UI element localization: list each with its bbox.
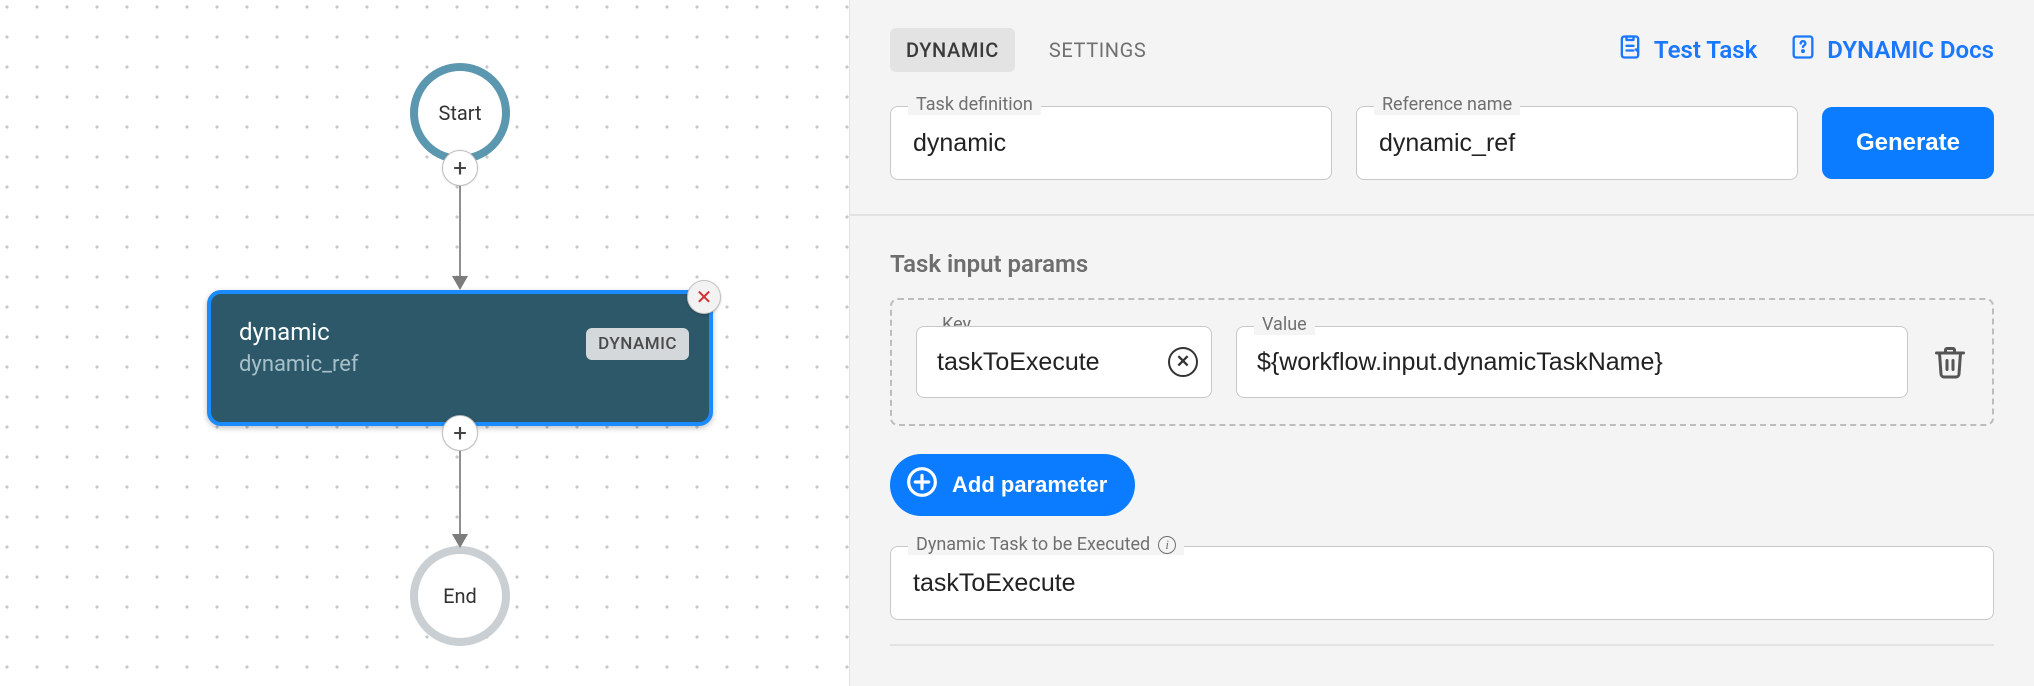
delete-param-button[interactable]: [1932, 344, 1968, 380]
param-row: Key ✕ Value: [890, 298, 1994, 426]
task-definition-field: Task definition: [890, 106, 1332, 180]
test-task-link[interactable]: Test Task: [1616, 33, 1757, 67]
task-definition-label: Task definition: [908, 94, 1041, 115]
plus-circle-icon: [906, 466, 938, 504]
side-panel: DYNAMIC SETTINGS Test Task: [850, 0, 2034, 686]
reference-name-input[interactable]: [1356, 106, 1798, 180]
reference-name-label: Reference name: [1374, 94, 1520, 115]
start-node-label: Start: [438, 101, 481, 125]
clipboard-icon: [1616, 33, 1644, 67]
tab-settings[interactable]: SETTINGS: [1033, 28, 1162, 72]
docs-link[interactable]: DYNAMIC Docs: [1789, 33, 1994, 67]
tabs-row: DYNAMIC SETTINGS Test Task: [890, 28, 1994, 72]
param-value-field: Value: [1236, 326, 1908, 398]
add-parameter-label: Add parameter: [952, 472, 1107, 498]
docs-label: DYNAMIC Docs: [1827, 36, 1994, 64]
task-definition-input[interactable]: [890, 106, 1332, 180]
params-title: Task input params: [890, 250, 1994, 278]
add-node-handle-top[interactable]: +: [442, 150, 478, 186]
app-root: Start + dynamic dynamic_ref DYNAMIC ✕ + …: [0, 0, 2034, 686]
dynamic-task-exec-field: Dynamic Task to be Executed i: [890, 546, 1994, 620]
test-task-label: Test Task: [1654, 36, 1757, 64]
panel-header: DYNAMIC SETTINGS Test Task: [850, 0, 2034, 216]
panel-divider: [890, 644, 1994, 660]
close-icon: ✕: [696, 285, 713, 309]
task-node-dynamic[interactable]: dynamic dynamic_ref DYNAMIC ✕: [207, 290, 713, 426]
edge-arrowhead: [452, 276, 468, 290]
task-node-type-badge: DYNAMIC: [586, 328, 689, 360]
delete-task-button[interactable]: ✕: [687, 280, 721, 314]
add-node-handle-bottom[interactable]: +: [442, 415, 478, 451]
start-node[interactable]: Start: [410, 63, 510, 163]
param-key-field: Key ✕: [916, 326, 1212, 398]
params-section: Task input params Key ✕ Value: [850, 216, 2034, 680]
clear-icon: ✕: [1176, 352, 1190, 372]
generate-button[interactable]: Generate: [1822, 107, 1994, 179]
param-value-label: Value: [1254, 314, 1315, 335]
end-node-label: End: [443, 584, 477, 608]
dynamic-task-exec-label: Dynamic Task to be Executed i: [908, 534, 1184, 555]
edge-arrowhead: [452, 534, 468, 548]
trash-icon: [1932, 344, 1968, 380]
end-node[interactable]: End: [410, 546, 510, 646]
definition-row: Task definition Reference name Generate: [890, 106, 1994, 180]
info-icon[interactable]: i: [1158, 536, 1176, 554]
param-value-input[interactable]: [1236, 326, 1908, 398]
tab-dynamic[interactable]: DYNAMIC: [890, 28, 1015, 72]
dynamic-task-exec-input[interactable]: [890, 546, 1994, 620]
help-doc-icon: [1789, 33, 1817, 67]
dynamic-task-exec-label-text: Dynamic Task to be Executed: [916, 534, 1150, 555]
add-parameter-button[interactable]: Add parameter: [890, 454, 1135, 516]
clear-key-button[interactable]: ✕: [1168, 347, 1198, 377]
reference-name-field: Reference name: [1356, 106, 1798, 180]
workflow-canvas[interactable]: Start + dynamic dynamic_ref DYNAMIC ✕ + …: [0, 0, 850, 686]
